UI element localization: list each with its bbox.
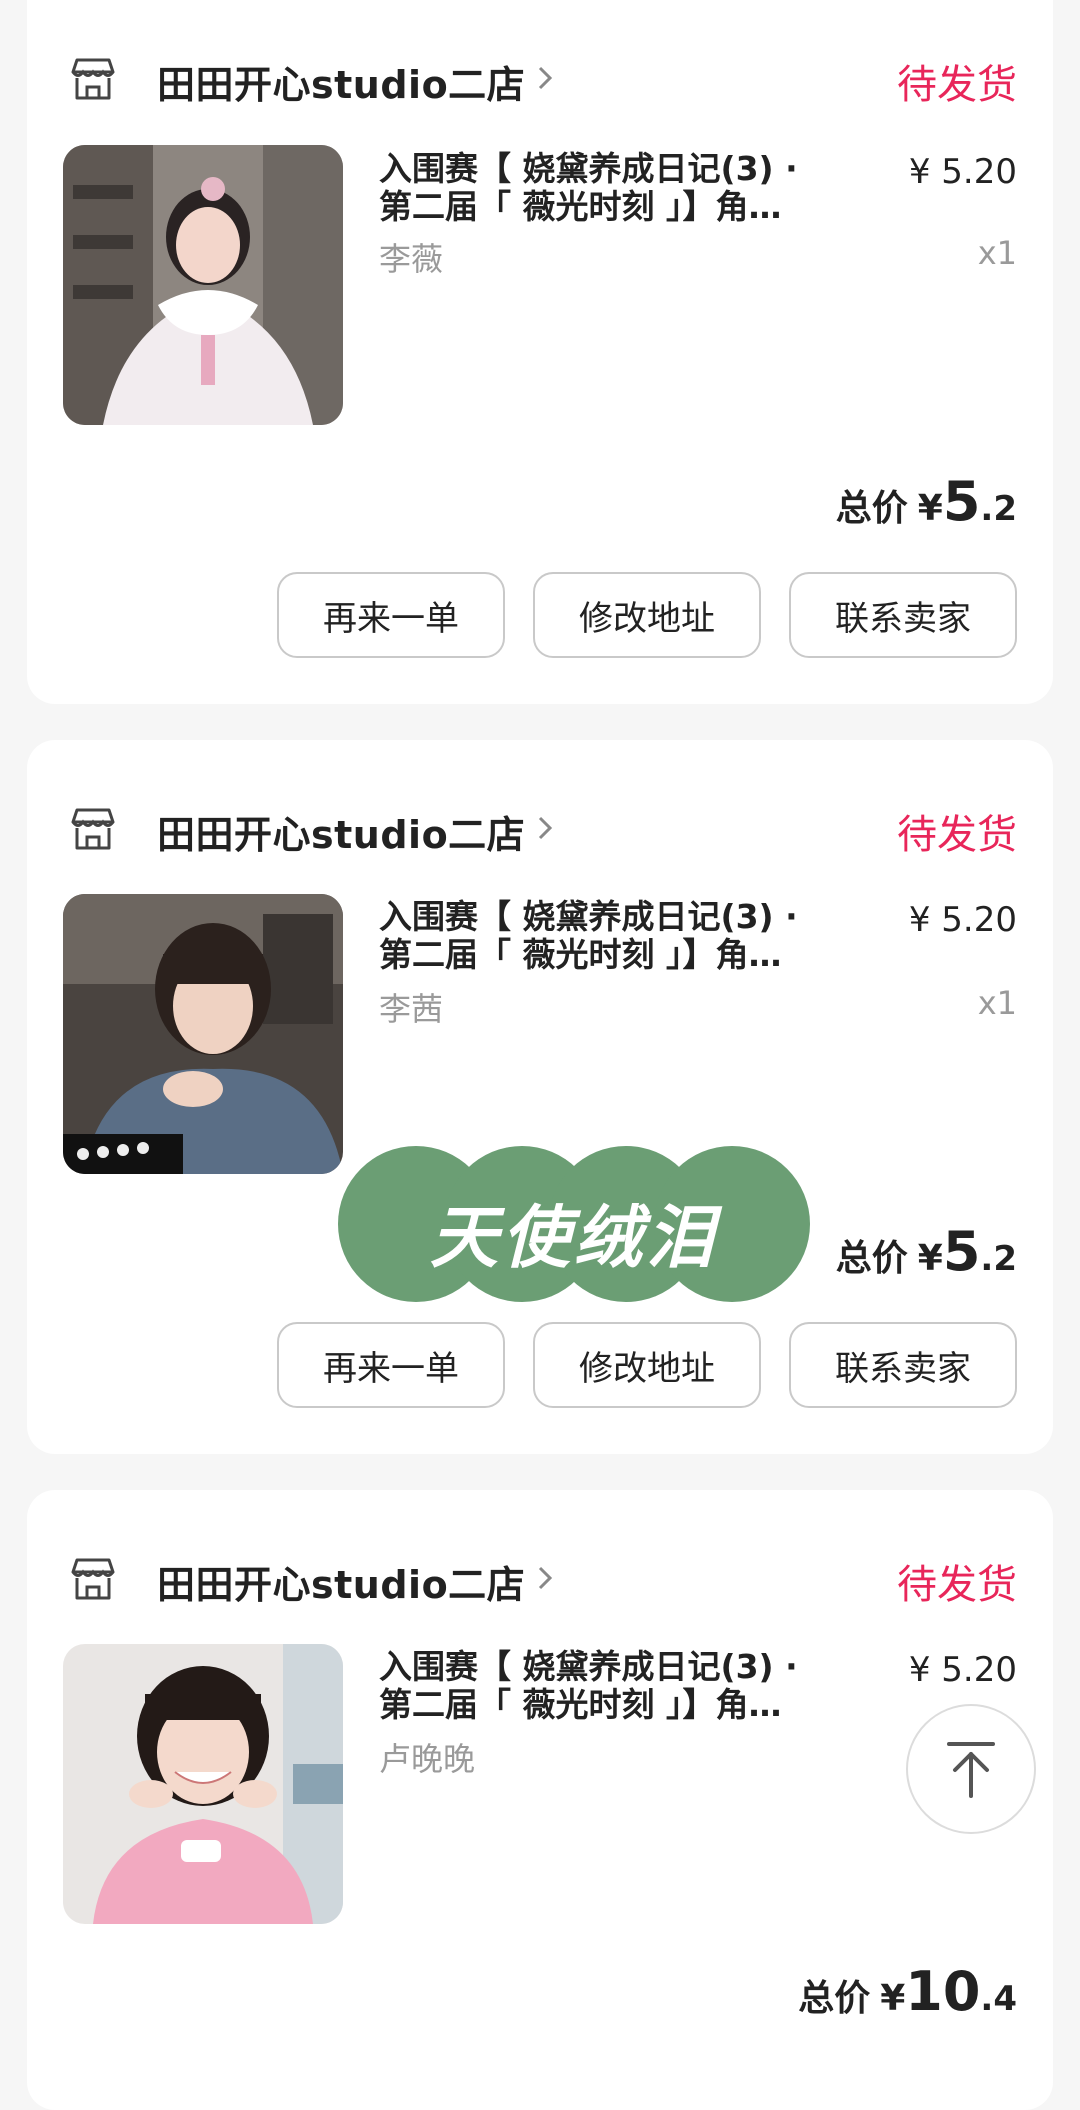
order-actions: 再来一单 修改地址 联系卖家 [277, 1322, 1017, 1408]
product-title-line: 入围赛【 娆黛养成日记(3) · [379, 1648, 798, 1686]
contact-seller-button[interactable]: 联系卖家 [789, 572, 1017, 658]
store-icon [71, 1558, 115, 1600]
reorder-button[interactable]: 再来一单 [277, 572, 505, 658]
product-image[interactable] [63, 1644, 343, 1924]
product-title[interactable]: 入围赛【 娆黛养成日记(3) · 第二届「 薇光时刻 」】角… [379, 150, 859, 226]
order-status: 待发货 [897, 812, 1017, 858]
order-card: 田田开心studio二店 待发货 入围赛【 娆黛养成日记(3) · 第二届「 薇… [27, 1490, 1053, 2110]
product-title-line: 第二届「 薇光时刻 」】角… [379, 1686, 782, 1724]
order-total: 总价 ¥5.2 [836, 1220, 1017, 1283]
store-icon [71, 808, 115, 850]
promo-badge-text: 天使绒泪 [429, 1199, 718, 1278]
total-currency: ¥ [917, 488, 943, 529]
total-decimal: .2 [980, 1239, 1017, 1279]
product-title-line: 第二届「 薇光时刻 」】角… [379, 936, 782, 974]
product-title-line: 入围赛【 娆黛养成日记(3) · [379, 150, 798, 188]
product-price: ¥ 5.20 [908, 1650, 1017, 1690]
product-quantity: x1 [977, 234, 1017, 272]
product-image[interactable] [63, 894, 343, 1174]
order-status: 待发货 [897, 1562, 1017, 1608]
total-label: 总价 [835, 488, 908, 529]
product-title[interactable]: 入围赛【 娆黛养成日记(3) · 第二届「 薇光时刻 」】角… [379, 898, 859, 974]
total-integer: 5 [942, 1220, 981, 1283]
chevron-right-icon [538, 1566, 553, 1590]
product-price: ¥ 5.20 [908, 152, 1017, 192]
shop-name[interactable]: 田田开心studio二店 [157, 804, 525, 859]
total-currency: ¥ [880, 1978, 906, 2019]
back-to-top-button[interactable] [906, 1704, 1036, 1834]
contact-seller-button[interactable]: 联系卖家 [789, 1322, 1017, 1408]
order-status: 待发货 [897, 62, 1017, 108]
order-total: 总价 ¥5.2 [836, 470, 1017, 533]
store-icon [71, 58, 115, 100]
order-card: 田田开心studio二店 待发货 入围赛【 娆黛养成日记(3) · 第二届「 薇… [27, 740, 1053, 1454]
chevron-right-icon [538, 66, 553, 90]
reorder-button[interactable]: 再来一单 [277, 1322, 505, 1408]
order-actions: 再来一单 修改地址 联系卖家 [277, 572, 1017, 658]
shop-name[interactable]: 田田开心studio二店 [157, 54, 525, 109]
promo-badge: 天使绒泪 [338, 1146, 810, 1302]
product-spec: 李茜 [379, 990, 444, 1028]
total-decimal: .4 [980, 1979, 1017, 2019]
chevron-right-icon [538, 816, 553, 840]
product-spec: 卢晚晚 [379, 1740, 476, 1778]
shop-header[interactable]: 田田开心studio二店 待发货 [27, 786, 1053, 866]
product-quantity: x1 [977, 984, 1017, 1022]
product-spec: 李薇 [379, 240, 444, 278]
total-integer: 10 [905, 1960, 981, 2023]
total-label: 总价 [835, 1238, 908, 1279]
shop-name[interactable]: 田田开心studio二店 [157, 1554, 525, 1609]
product-price: ¥ 5.20 [908, 900, 1017, 940]
total-decimal: .2 [980, 489, 1017, 529]
edit-address-button[interactable]: 修改地址 [533, 1322, 761, 1408]
arrow-up-to-top-icon [947, 1742, 995, 1798]
product-title-line: 第二届「 薇光时刻 」】角… [379, 188, 782, 226]
order-card: 田田开心studio二店 待发货 入围赛【 娆黛养成日记(3) · 第二届「 薇… [27, 0, 1053, 704]
product-title-line: 入围赛【 娆黛养成日记(3) · [379, 898, 798, 936]
shop-header[interactable]: 田田开心studio二店 待发货 [27, 1536, 1053, 1616]
total-label: 总价 [798, 1978, 871, 2019]
product-title[interactable]: 入围赛【 娆黛养成日记(3) · 第二届「 薇光时刻 」】角… [379, 1648, 859, 1724]
edit-address-button[interactable]: 修改地址 [533, 572, 761, 658]
order-total: 总价 ¥10.4 [798, 1960, 1017, 2023]
total-integer: 5 [942, 470, 981, 533]
total-currency: ¥ [917, 1238, 943, 1279]
shop-header[interactable]: 田田开心studio二店 待发货 [27, 36, 1053, 116]
product-image[interactable] [63, 145, 343, 425]
